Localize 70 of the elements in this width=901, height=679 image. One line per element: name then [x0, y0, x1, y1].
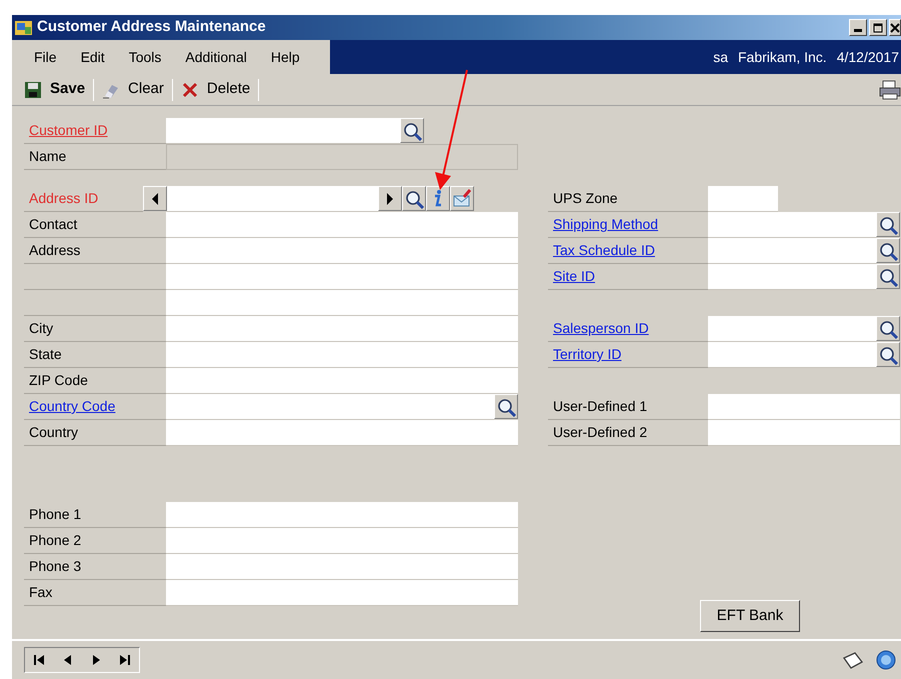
close-button[interactable] [889, 19, 901, 36]
input-field[interactable] [166, 580, 518, 606]
next-button[interactable] [378, 186, 402, 211]
search-button[interactable] [876, 264, 900, 289]
help-icon[interactable] [875, 649, 897, 671]
input-field[interactable] [166, 420, 518, 446]
input-field[interactable] [166, 118, 400, 144]
printer-icon[interactable] [879, 80, 901, 100]
search-button[interactable] [876, 212, 900, 237]
menu-item[interactable]: File [22, 46, 69, 68]
maximize-button[interactable] [869, 19, 887, 36]
delete-button[interactable]: Delete [172, 78, 258, 101]
input-field[interactable] [166, 238, 518, 264]
menu-item[interactable]: Tools [116, 46, 174, 68]
input-field[interactable] [708, 342, 876, 368]
input-field[interactable] [166, 290, 518, 316]
search-icon [878, 318, 898, 338]
input-field[interactable] [166, 394, 494, 420]
input-field[interactable] [708, 394, 900, 420]
search-button[interactable] [494, 394, 518, 419]
input-field[interactable] [708, 316, 876, 342]
input-field[interactable] [166, 368, 518, 394]
search-button[interactable] [400, 118, 424, 143]
maximize-icon [873, 22, 883, 32]
info-button[interactable] [426, 186, 450, 211]
app-icon [14, 18, 34, 36]
menu-item[interactable]: Edit [68, 46, 117, 68]
minimize-button[interactable] [849, 19, 867, 36]
input-field[interactable] [166, 316, 518, 342]
input-field[interactable] [167, 186, 378, 212]
search-button[interactable] [876, 238, 900, 263]
input-field[interactable] [708, 238, 876, 264]
search-icon [402, 120, 422, 140]
search-button[interactable] [876, 342, 900, 367]
envelope-button[interactable] [450, 186, 474, 211]
input-field[interactable] [708, 420, 900, 446]
input-field[interactable] [166, 264, 518, 290]
input-field[interactable] [166, 528, 518, 554]
eft-bank-button[interactable]: EFT Bank [700, 600, 800, 632]
save-icon [24, 80, 42, 98]
previous-button[interactable] [143, 186, 167, 211]
envelope-icon [452, 188, 472, 208]
session-date: 4/12/2017 [836, 48, 899, 66]
input-field[interactable] [166, 554, 518, 580]
note-icon[interactable] [841, 650, 865, 670]
delete-icon [180, 80, 199, 98]
input-field[interactable] [166, 342, 518, 368]
user-name: sa [713, 48, 728, 66]
search-icon [878, 266, 898, 286]
save-button[interactable]: Save [16, 78, 94, 101]
clear-button[interactable]: Clear [94, 78, 172, 101]
window-title: Customer Address Maintenance [37, 17, 266, 38]
input-field[interactable] [166, 502, 518, 528]
company-name: Fabrikam, Inc. [738, 48, 827, 66]
search-button[interactable] [402, 186, 426, 211]
search-icon [496, 396, 516, 416]
input-field[interactable] [708, 212, 876, 238]
search-icon [878, 240, 898, 260]
input-field[interactable] [166, 212, 518, 238]
close-icon [890, 22, 900, 32]
search-icon [878, 214, 898, 234]
input-field[interactable] [708, 264, 876, 290]
minimize-icon [854, 29, 862, 32]
search-icon [878, 344, 898, 364]
info-icon [434, 190, 442, 207]
search-button[interactable] [876, 316, 900, 341]
menu-item[interactable]: Additional [173, 46, 259, 68]
menu-item[interactable]: Help [258, 46, 312, 68]
input-field[interactable] [708, 186, 778, 212]
search-icon [404, 188, 424, 208]
